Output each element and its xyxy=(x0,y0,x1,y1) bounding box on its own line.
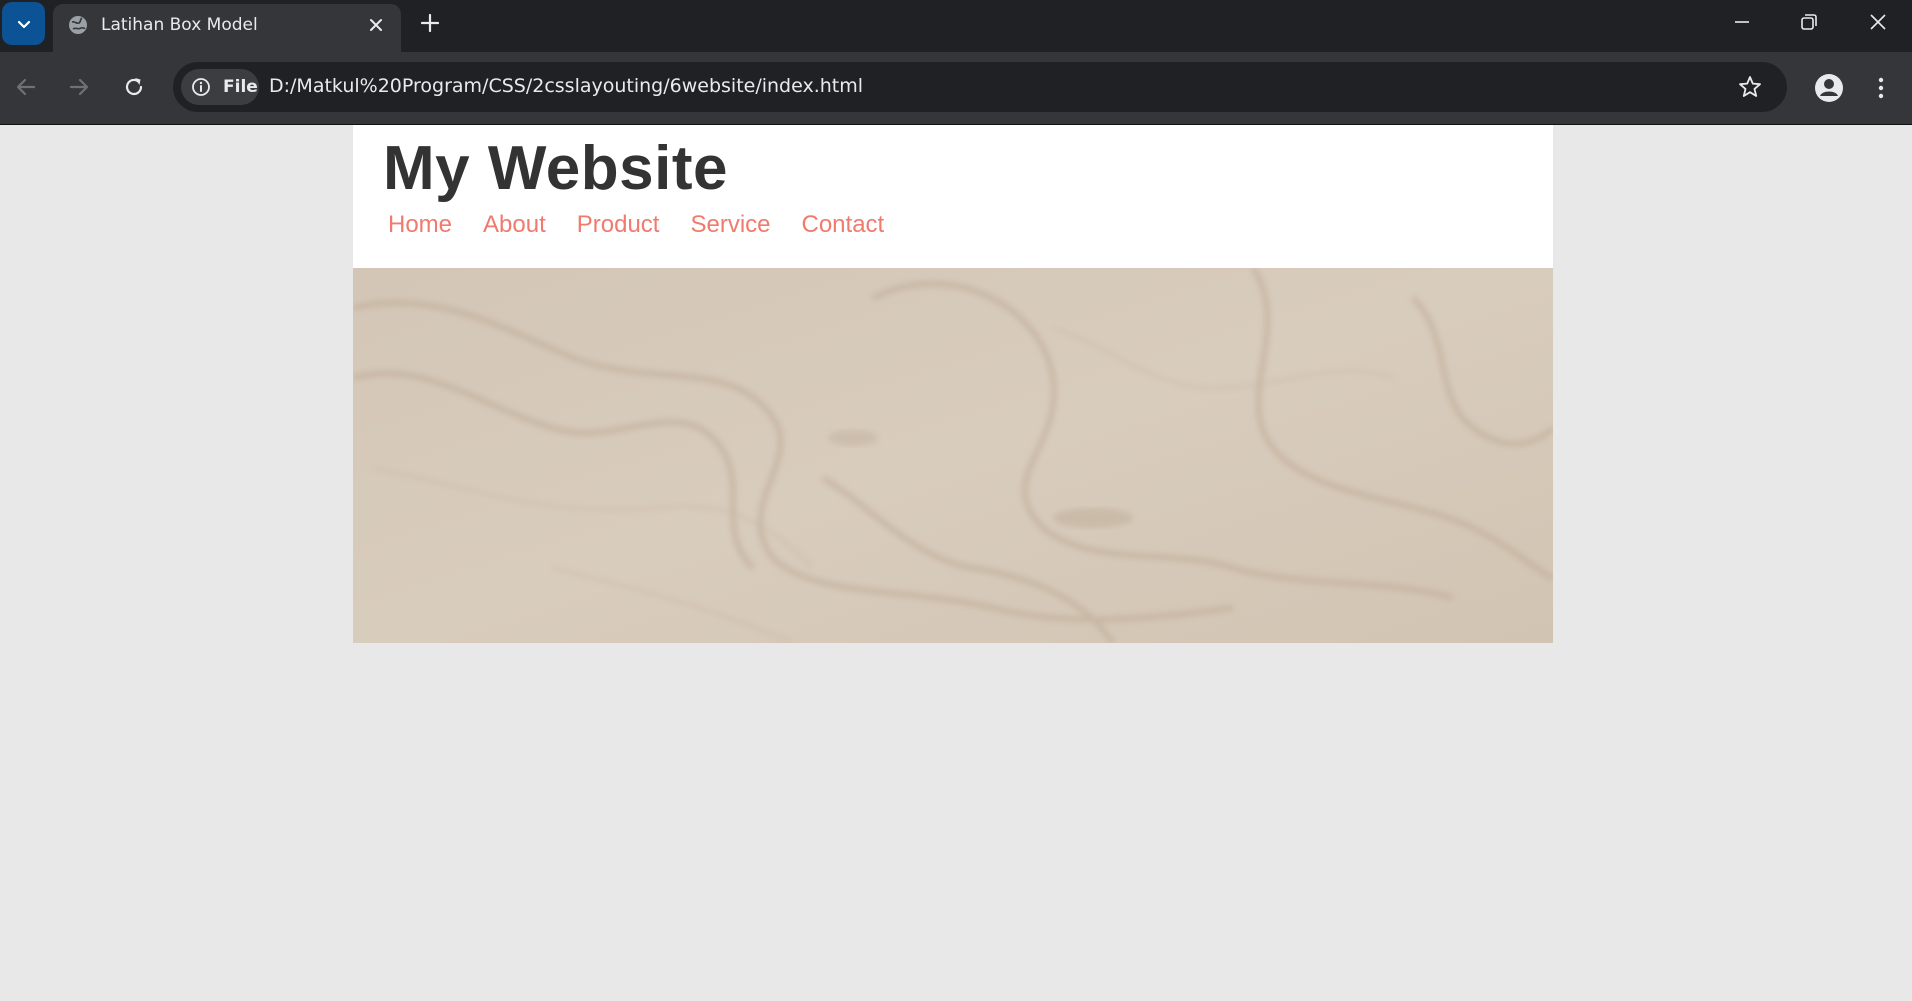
nav-link-product[interactable]: Product xyxy=(577,211,660,238)
tab-strip: Latihan Box Model xyxy=(0,0,1912,52)
page-viewport: My Website Home About Product Service Co… xyxy=(0,125,1912,1001)
active-tab[interactable]: Latihan Box Model xyxy=(53,4,401,52)
url-text[interactable]: D:/Matkul%20Program/CSS/2csslayouting/6w… xyxy=(269,75,863,97)
browser-toolbar: File D:/Matkul%20Program/CSS/2csslayouti… xyxy=(0,52,1912,125)
nav-link-service[interactable]: Service xyxy=(690,211,770,238)
nav-link-contact[interactable]: Contact xyxy=(802,211,885,238)
info-icon xyxy=(192,78,210,96)
bookmark-star-icon[interactable] xyxy=(1737,74,1763,100)
close-window-icon[interactable] xyxy=(1866,10,1890,34)
restore-icon[interactable] xyxy=(1797,10,1821,34)
wood-texture-image xyxy=(353,268,1553,643)
chevron-down-icon xyxy=(17,20,30,28)
back-arrow-icon[interactable] xyxy=(13,74,39,100)
page-container: My Website Home About Product Service Co… xyxy=(353,125,1553,643)
kebab-menu-icon[interactable] xyxy=(1870,74,1892,102)
tab-search-button[interactable] xyxy=(2,2,45,45)
globe-icon xyxy=(69,16,87,34)
address-bar[interactable]: File D:/Matkul%20Program/CSS/2csslayouti… xyxy=(173,62,1787,112)
hero-banner-image xyxy=(353,268,1553,643)
site-title: My Website xyxy=(383,134,728,203)
main-nav: Home About Product Service Contact xyxy=(388,211,915,239)
nav-link-about[interactable]: About xyxy=(483,211,546,238)
nav-link-home[interactable]: Home xyxy=(388,211,452,238)
close-tab-icon[interactable] xyxy=(367,16,385,34)
new-tab-icon[interactable] xyxy=(418,11,442,35)
tab-title: Latihan Box Model xyxy=(101,15,258,35)
profile-avatar-icon[interactable] xyxy=(1812,71,1846,105)
site-info-chip[interactable]: File xyxy=(181,69,259,105)
reload-icon[interactable] xyxy=(121,74,147,100)
minimize-icon[interactable] xyxy=(1730,10,1754,34)
site-chip-label: File xyxy=(223,77,258,97)
forward-arrow-icon[interactable] xyxy=(66,74,92,100)
site-header: My Website Home About Product Service Co… xyxy=(353,125,1553,268)
